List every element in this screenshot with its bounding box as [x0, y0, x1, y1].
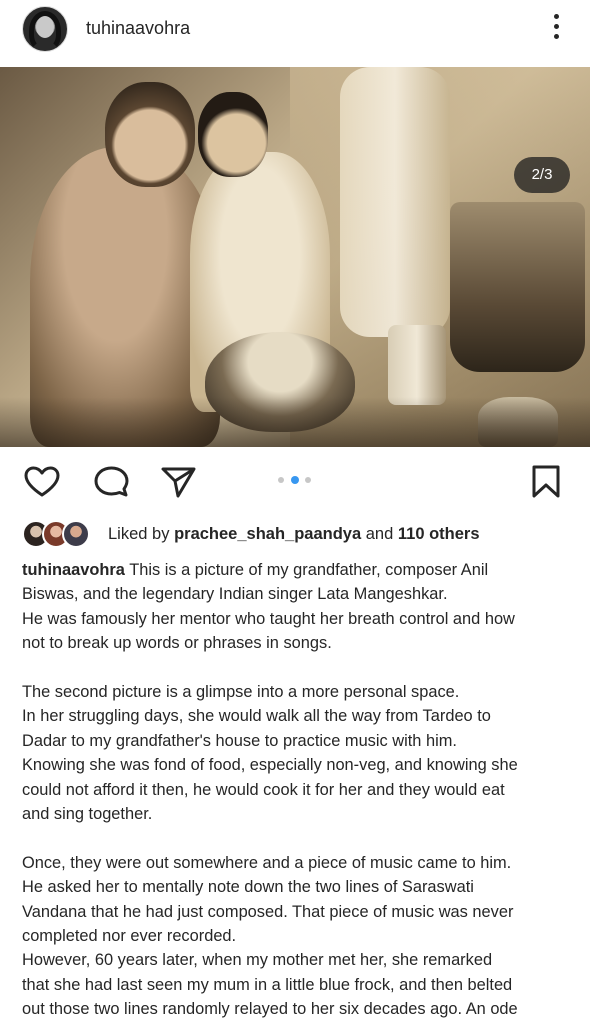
caption-line: completed nor ever recorded. — [22, 927, 237, 946]
more-vertical-icon[interactable] — [546, 14, 566, 44]
avatar-face — [36, 16, 54, 38]
bookmark-icon[interactable] — [528, 464, 568, 500]
heart-icon[interactable] — [22, 464, 62, 500]
photo-man-head — [105, 82, 195, 187]
caption-line: Knowing she was fond of food, especially… — [22, 756, 518, 775]
likes-prefix: Liked by — [108, 525, 170, 543]
photo-floor — [0, 397, 590, 447]
photo-tin — [388, 325, 446, 405]
likes-joiner: and — [365, 525, 394, 543]
action-bar — [0, 458, 590, 504]
caption-line: In her struggling days, she would walk a… — [22, 707, 491, 726]
caption-username[interactable]: tuhinaavohra — [22, 561, 125, 579]
send-icon[interactable] — [158, 464, 198, 500]
likes-row: Liked by prachee_shah_paandya and 110 ot… — [22, 520, 582, 550]
likes-others[interactable]: 110 others — [398, 525, 480, 543]
caption-paragraph-gap — [22, 656, 574, 680]
caption: tuhinaavohra This is a picture of my gra… — [22, 558, 574, 1022]
carousel-dot — [278, 477, 284, 483]
caption-line: Dadar to my grandfather's house to pract… — [22, 731, 457, 750]
username[interactable]: tuhinaavohra — [86, 18, 190, 39]
caption-line: Once, they were out somewhere and a piec… — [22, 853, 512, 872]
photo-woman-head — [198, 92, 268, 177]
photo-stove-pot — [450, 202, 585, 372]
likes-user[interactable]: prachee_shah_paandya — [174, 525, 361, 543]
post-header: tuhinaavohra — [0, 0, 590, 60]
caption-line: Vandana that he had just composed. That … — [22, 902, 514, 921]
caption-line: He was famously her mentor who taught he… — [22, 609, 515, 628]
caption-line: However, 60 years later, when my mother … — [22, 951, 493, 970]
caption-line: not to break up words or phrases in song… — [22, 634, 332, 653]
caption-line: out those two lines randomly relayed to … — [22, 1000, 518, 1019]
carousel-counter: 2/3 — [514, 157, 570, 193]
carousel-dot — [305, 477, 311, 483]
caption-line: He asked her to mentally note down the t… — [22, 878, 474, 897]
caption-line: tuhinaavohra This is a picture of my gra… — [22, 558, 574, 582]
likes-text[interactable]: Liked by prachee_shah_paandya and 110 ot… — [108, 525, 480, 544]
post-photo[interactable]: 2/3 — [0, 67, 590, 447]
avatar[interactable] — [22, 6, 68, 52]
comment-icon[interactable] — [91, 464, 131, 500]
carousel-dot-active — [291, 476, 299, 484]
liker-avatar[interactable] — [62, 520, 90, 548]
carousel-indicator — [276, 476, 316, 487]
caption-line: The second picture is a glimpse into a m… — [22, 683, 460, 702]
caption-line: Biswas, and the legendary Indian singer … — [22, 585, 448, 604]
caption-line: and sing together. — [22, 805, 153, 824]
caption-line: could not afford it then, he would cook … — [22, 780, 505, 799]
caption-line: that she had last seen my mum in a littl… — [22, 975, 513, 994]
photo-standing-figure — [340, 67, 450, 337]
caption-paragraph-gap — [22, 826, 574, 850]
caption-text: This is a picture of my grandfather, com… — [129, 561, 489, 579]
